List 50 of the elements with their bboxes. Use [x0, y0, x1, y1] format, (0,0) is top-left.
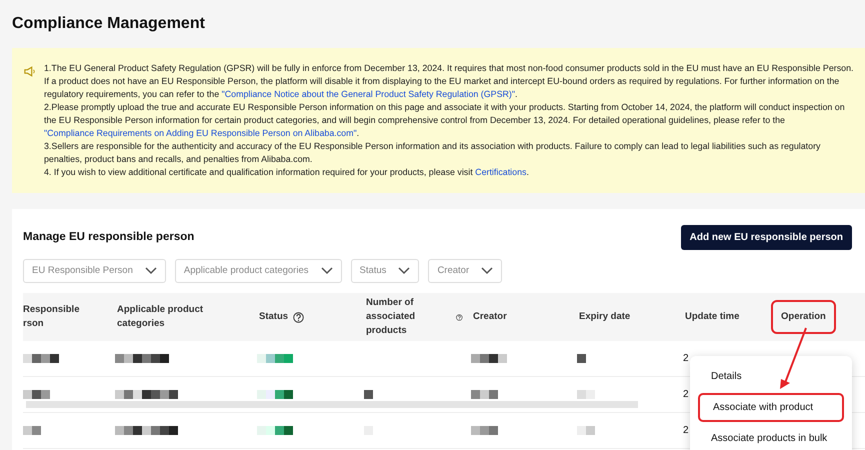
pixelated-content — [577, 426, 595, 435]
notice-link[interactable]: "Compliance Requirements on Adding EU Responsible Person on Alibaba.com" — [44, 128, 357, 138]
notice-paragraph: 3.Sellers are responsible for the authenticity and accuracy of the EU Responsible Person information and its association with products. Failure to comply can lead to legal liabilities such as regulatory penalties, product bans and recalls, and penalties from Alibaba.com. — [44, 140, 822, 166]
pixelated-content — [577, 390, 595, 399]
page-title: Compliance Management — [11, 14, 206, 34]
pixelated-content — [115, 354, 169, 363]
pixelated-content — [257, 390, 293, 399]
notice-paragraph: 1.The EU General Product Safety Regulation (GPSR) will be fully in enforce from December 13, 2024. It requires that most non-food consumer products sold in the EU must have an EU Responsible Person. If a product does not have an EU Responsible Person, the platform will disable it from displaying to the EU market and intercept EU-bound orders as required by regulations. For further information on the regulatory requirements, you can refer to the "Compliance Notice about the General Product Safety Regulation (GPSR)". — [44, 62, 855, 101]
column-header: Applicable product categories — [117, 302, 204, 331]
notice-paragraph: 4. If you wish to view additional certificate and qualification information required for your products, please visit Certifications. — [44, 166, 530, 179]
notice-paragraph: 2.Please promptly upload the true and accurate EU Responsible Person information on this page and associate it with your products. Starting from October 14, 2024, the platform will conduct inspection on the EU Responsible Person information for certain product categories, and will begin comprehensive control from December 13, 2024. For detailed operational guidelines, please refer to the "Compliance Requirements on Adding EU Responsible Person on Alibaba.com". — [44, 101, 846, 140]
filter-dropdown[interactable]: EU Responsible Person — [23, 259, 166, 283]
pixelated-content — [471, 390, 498, 399]
chevron-down-icon — [320, 267, 332, 275]
column-header: Creator — [473, 310, 507, 324]
pixelated-content — [23, 390, 50, 399]
filter-dropdown[interactable]: Status — [350, 259, 420, 283]
notice-link[interactable]: "Compliance Notice about the General Product Safety Regulation (GPSR)" — [222, 89, 516, 99]
table-cell-text: 2 — [683, 424, 689, 438]
filter-dropdown[interactable]: Creator — [428, 259, 502, 283]
section-title: Manage EU responsible person — [23, 230, 194, 245]
filter-dropdown[interactable]: Applicable product categories — [174, 259, 342, 283]
column-header: Update time — [685, 310, 740, 324]
table-cell-text: 2 — [683, 352, 689, 366]
pixelated-content — [577, 354, 586, 363]
menu-item[interactable]: Associate products in bulk — [698, 426, 844, 450]
column-header: Expiry date — [579, 310, 630, 324]
megaphone-icon — [24, 66, 36, 77]
pixelated-content — [23, 354, 59, 363]
pixelated-content — [23, 426, 41, 435]
pixelated-content — [364, 390, 373, 399]
chevron-down-icon — [481, 267, 494, 275]
pixelated-content — [471, 426, 498, 435]
pixelated-content — [471, 354, 507, 363]
horizontal-scrollbar[interactable] — [26, 401, 638, 408]
add-button[interactable]: Add new EU responsible person — [680, 225, 852, 250]
column-header: Number of associated products — [366, 296, 416, 338]
column-header: Status — [259, 310, 288, 324]
chevron-down-icon — [144, 267, 157, 275]
pixelated-content — [257, 354, 293, 363]
pixelated-content — [115, 390, 178, 399]
column-header: Responsible rson — [23, 302, 80, 331]
pixelated-content — [257, 426, 293, 435]
column-header: Operation — [771, 300, 836, 334]
menu-item[interactable]: Associate with product — [698, 393, 844, 422]
table-cell-text: 2 — [683, 388, 689, 402]
pixelated-content — [115, 426, 178, 435]
menu-item[interactable]: Details — [698, 364, 844, 389]
chevron-down-icon — [398, 267, 410, 275]
notice-link[interactable]: Certifications — [475, 167, 526, 177]
